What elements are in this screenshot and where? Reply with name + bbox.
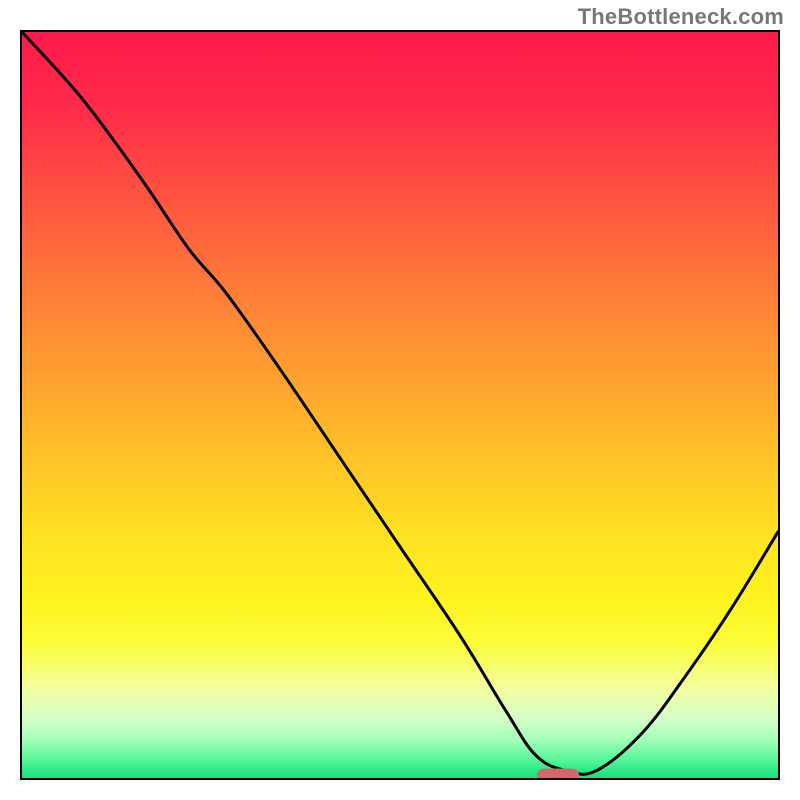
optimal-marker	[537, 768, 579, 780]
watermark-text: TheBottleneck.com	[578, 4, 784, 30]
curve-layer	[22, 32, 778, 778]
chart-container: TheBottleneck.com	[0, 0, 800, 800]
bottleneck-curve	[22, 32, 778, 774]
plot-area	[20, 30, 780, 780]
